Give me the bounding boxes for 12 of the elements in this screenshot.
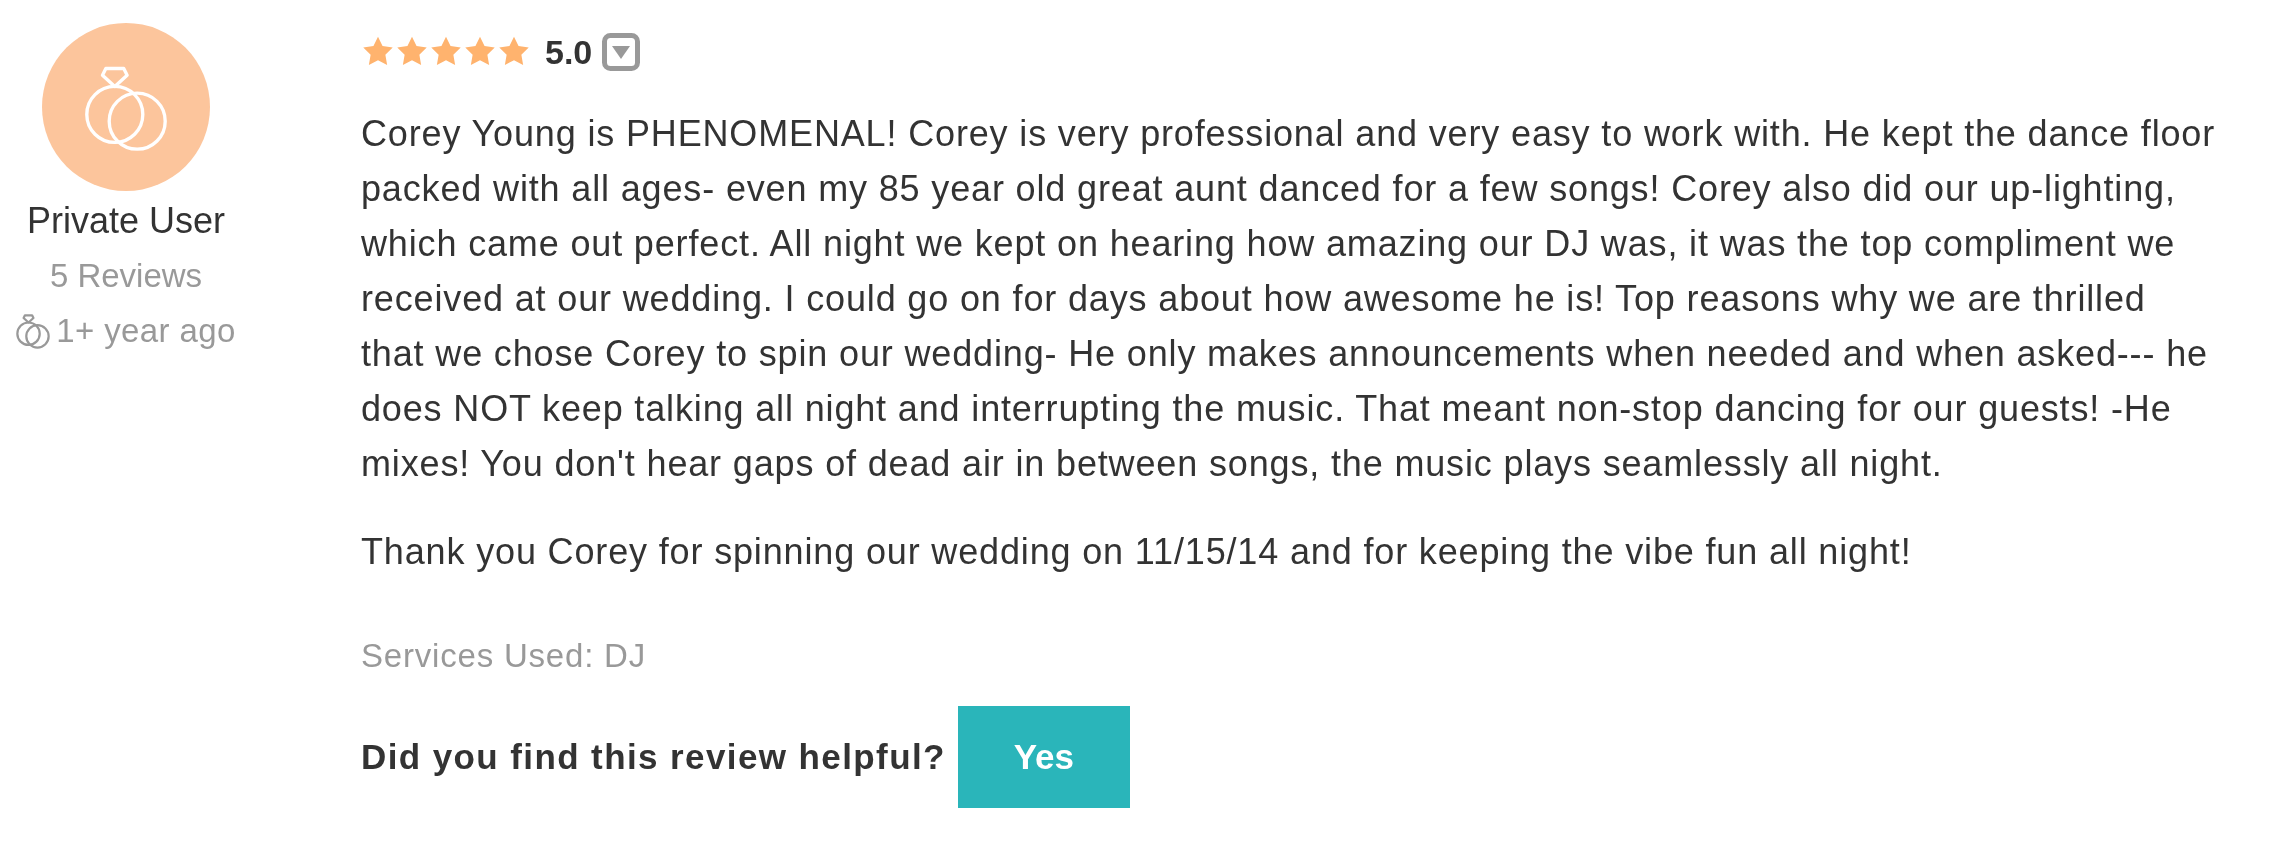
review-text: Corey Young is PHENOMENAL! Corey is very professional and very easy to work with. He kept the dance floor packed with all ages- even my 85 year old great aunt danced for a few songs! Corey also did our up-lighting, which came out perfect. All night we kept on hearing how amazing our DJ was, it was the top compliment we received at our wedding. I could go on for days about how awesome he is! Top reasons why we are thrilled that we chose Corey to spin our wedding- He only makes announcements when needed and when asked--- he does NOT keep talking all night and interrupting the music. That meant non-stop dancing for our guests! -He mixes! You don't hear gaps of dead air in between songs, the music plays seamlessly all night. <box>361 112 2217 486</box>
services-used: Services Used: DJ <box>361 636 647 676</box>
dropdown-icon[interactable] <box>602 33 641 71</box>
rings-avatar-icon <box>42 23 210 191</box>
review-count: 5 Reviews <box>49 256 203 296</box>
yes-button[interactable]: Yes <box>957 706 1130 808</box>
rating-score: 5.0 <box>545 32 593 72</box>
helpful-question: Did you find this review helpful? <box>361 737 946 777</box>
review-time: 1+ year ago <box>56 311 236 351</box>
rings-icon <box>16 312 51 349</box>
reviewer-name: Private User <box>26 199 226 243</box>
review-text: Thank you Corey for spinning our wedding on 11/15/14 and for keeping the vibe fun all night! <box>361 530 1913 574</box>
